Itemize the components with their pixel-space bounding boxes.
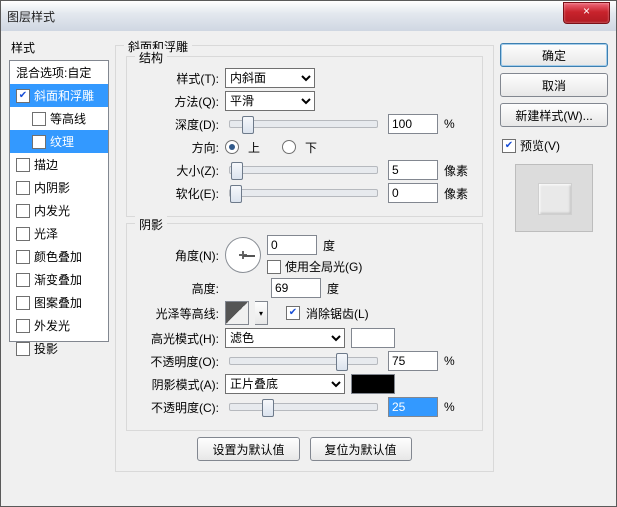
highlight-opacity-input[interactable]: 75: [388, 351, 438, 371]
global-light-checkbox[interactable]: [267, 260, 281, 274]
highlight-mode-select[interactable]: 滤色: [225, 328, 345, 348]
soften-slider[interactable]: [229, 189, 378, 197]
list-item-drop-shadow[interactable]: 投影: [10, 337, 108, 360]
method-label: 方法(Q):: [137, 93, 219, 110]
style-label: 样式(T):: [137, 70, 219, 87]
altitude-unit: 度: [327, 280, 355, 297]
soften-unit: 像素: [444, 185, 472, 202]
list-item-pattern-overlay[interactable]: 图案叠加: [10, 291, 108, 314]
checkbox-icon[interactable]: [16, 273, 30, 287]
structure-group: 结构 样式(T): 内斜面 方法(Q): 平滑 深度(D): 100 %: [126, 56, 483, 217]
list-item-contour[interactable]: 等高线: [10, 107, 108, 130]
checkbox-icon[interactable]: [16, 250, 30, 264]
method-select[interactable]: 平滑: [225, 91, 315, 111]
shading-group: 阴影 角度(N): 0 度 使用全局光(G): [126, 223, 483, 431]
new-style-button[interactable]: 新建样式(W)...: [500, 103, 608, 127]
soften-input[interactable]: 0: [388, 183, 438, 203]
list-item-stroke[interactable]: 描边: [10, 153, 108, 176]
structure-legend: 结构: [135, 49, 167, 66]
depth-slider[interactable]: [229, 120, 378, 128]
list-item-gradient-overlay[interactable]: 渐变叠加: [10, 268, 108, 291]
reset-default-button[interactable]: 复位为默认值: [310, 437, 412, 461]
shadow-opacity-unit: %: [444, 400, 472, 414]
altitude-label: 高度:: [137, 280, 219, 297]
preview-label: 预览(V): [520, 137, 560, 154]
list-item-blend-options[interactable]: 混合选项:自定: [10, 61, 108, 84]
altitude-input[interactable]: 69: [271, 278, 321, 298]
direction-up-radio[interactable]: [225, 140, 239, 154]
shadow-opacity-slider[interactable]: [229, 403, 378, 411]
list-item-outer-glow[interactable]: 外发光: [10, 314, 108, 337]
shading-legend: 阴影: [135, 216, 167, 233]
size-unit: 像素: [444, 162, 472, 179]
make-default-button[interactable]: 设置为默认值: [197, 437, 299, 461]
preview-checkbox[interactable]: [502, 139, 516, 153]
global-light-label: 使用全局光(G): [285, 258, 362, 275]
size-input[interactable]: 5: [388, 160, 438, 180]
styles-list: 混合选项:自定 斜面和浮雕 等高线 纹理 描边 内阴影 内发光 光泽: [9, 60, 109, 342]
cancel-button[interactable]: 取消: [500, 73, 608, 97]
size-slider[interactable]: [229, 166, 378, 174]
list-item-bevel-emboss[interactable]: 斜面和浮雕: [10, 84, 108, 107]
highlight-opacity-slider[interactable]: [229, 357, 378, 365]
list-item-texture[interactable]: 纹理: [10, 130, 108, 153]
bevel-emboss-group: 斜面和浮雕 结构 样式(T): 内斜面 方法(Q): 平滑 深度(D): 10: [115, 45, 494, 472]
list-item-inner-shadow[interactable]: 内阴影: [10, 176, 108, 199]
window-title: 图层样式: [7, 8, 55, 25]
soften-label: 软化(E):: [137, 185, 219, 202]
shadow-mode-label: 阴影模式(A):: [137, 376, 219, 393]
shadow-opacity-label: 不透明度(C):: [137, 399, 219, 416]
size-label: 大小(Z):: [137, 162, 219, 179]
direction-label: 方向:: [137, 139, 219, 156]
highlight-color-swatch[interactable]: [351, 328, 395, 348]
angle-dial[interactable]: [225, 237, 261, 273]
checkbox-icon[interactable]: [16, 296, 30, 310]
list-item-inner-glow[interactable]: 内发光: [10, 199, 108, 222]
shadow-opacity-input[interactable]: 25: [388, 397, 438, 417]
angle-input[interactable]: 0: [267, 235, 317, 255]
checkbox-icon[interactable]: [16, 181, 30, 195]
close-button[interactable]: ×: [563, 2, 610, 24]
checkbox-icon[interactable]: [16, 158, 30, 172]
chevron-down-icon[interactable]: ▾: [255, 301, 268, 325]
antialias-label: 消除锯齿(L): [306, 305, 369, 322]
style-select[interactable]: 内斜面: [225, 68, 315, 88]
depth-input[interactable]: 100: [388, 114, 438, 134]
list-item-satin[interactable]: 光泽: [10, 222, 108, 245]
depth-label: 深度(D):: [137, 116, 219, 133]
checkbox-icon[interactable]: [16, 319, 30, 333]
direction-down-radio[interactable]: [282, 140, 296, 154]
titlebar: 图层样式 ×: [1, 1, 616, 32]
checkbox-icon[interactable]: [32, 135, 46, 149]
highlight-opacity-unit: %: [444, 354, 472, 368]
list-item-color-overlay[interactable]: 颜色叠加: [10, 245, 108, 268]
checkbox-icon[interactable]: [16, 89, 30, 103]
angle-unit: 度: [323, 237, 351, 254]
shadow-mode-select[interactable]: 正片叠底: [225, 374, 345, 394]
gloss-contour-picker[interactable]: [225, 301, 249, 325]
checkbox-icon[interactable]: [32, 112, 46, 126]
highlight-mode-label: 高光模式(H):: [137, 330, 219, 347]
gloss-contour-label: 光泽等高线:: [137, 305, 219, 322]
checkbox-icon[interactable]: [16, 342, 30, 356]
ok-button[interactable]: 确定: [500, 43, 608, 67]
checkbox-icon[interactable]: [16, 227, 30, 241]
highlight-opacity-label: 不透明度(O):: [137, 353, 219, 370]
layer-style-dialog: 图层样式 × 样式 混合选项:自定 斜面和浮雕 等高线: [0, 0, 617, 507]
antialias-checkbox[interactable]: [286, 306, 300, 320]
preview-thumbnail: [515, 164, 593, 232]
close-icon: ×: [583, 4, 590, 18]
shadow-color-swatch[interactable]: [351, 374, 395, 394]
depth-unit: %: [444, 117, 472, 131]
checkbox-icon[interactable]: [16, 204, 30, 218]
angle-label: 角度(N):: [137, 247, 219, 264]
styles-heading: 样式: [9, 39, 109, 56]
